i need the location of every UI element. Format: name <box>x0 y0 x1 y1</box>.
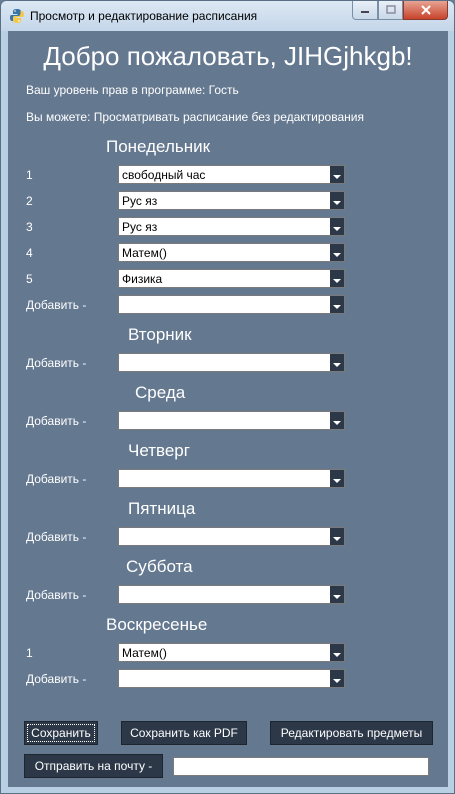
lesson-select-value: свободный час <box>122 168 206 182</box>
window-controls <box>352 1 448 20</box>
access-level-text: Ваш уровень прав в программе: Гость <box>26 83 239 97</box>
day-friday-title: Пятница <box>128 499 196 518</box>
add-lesson-label: Добавить - <box>26 530 87 544</box>
lesson-select[interactable]: Матем() <box>118 243 345 262</box>
chevron-down-icon[interactable] <box>330 412 344 429</box>
save-button[interactable]: Сохранить <box>24 721 98 745</box>
lesson-select[interactable]: Рус яз <box>118 191 345 210</box>
add-lesson-label: Добавить - <box>26 588 87 602</box>
close-icon <box>420 5 431 15</box>
chevron-down-icon[interactable] <box>330 470 344 487</box>
lesson-number: 4 <box>26 246 33 260</box>
save-pdf-button[interactable]: Сохранить как PDF <box>121 721 247 745</box>
lesson-select[interactable]: Физика <box>118 269 345 288</box>
day-monday-title: Понедельник <box>106 137 211 156</box>
title-bar[interactable]: Просмотр и редактирование расписания <box>1 1 454 31</box>
add-lesson-select[interactable] <box>118 585 345 604</box>
permissions-text: Вы можете: Просматривать расписание без … <box>26 110 364 124</box>
lesson-number: 3 <box>26 220 33 234</box>
lesson-number: 1 <box>26 646 33 660</box>
lesson-number: 2 <box>26 194 33 208</box>
day-tuesday-title: Вторник <box>128 325 192 344</box>
add-lesson-select[interactable] <box>118 295 345 314</box>
day-thursday-title: Четверг <box>128 441 190 460</box>
email-field[interactable] <box>173 757 429 776</box>
send-email-button[interactable]: Отправить на почту - <box>24 754 163 778</box>
chevron-down-icon[interactable] <box>330 670 344 687</box>
minimize-icon <box>361 11 369 13</box>
chevron-down-icon[interactable] <box>330 296 344 313</box>
greeting-heading: Добро пожаловать, JIHGjhkgb! <box>43 41 413 71</box>
minimize-button[interactable] <box>352 1 378 20</box>
add-lesson-select[interactable] <box>118 527 345 546</box>
day-saturday-title: Суббота <box>126 557 193 576</box>
window-title: Просмотр и редактирование расписания <box>30 9 258 23</box>
lesson-number: 1 <box>26 168 33 182</box>
lesson-select-value: Рус яз <box>122 220 158 234</box>
add-lesson-select[interactable] <box>118 469 345 488</box>
main-panel: Добро пожаловать, JIHGjhkgb! Ваш уровень… <box>8 31 448 787</box>
lesson-select-value: Физика <box>122 272 163 286</box>
day-wednesday-title: Среда <box>135 383 186 402</box>
lesson-select-value: Матем() <box>122 246 167 260</box>
lesson-select[interactable]: Матем() <box>118 643 345 662</box>
add-lesson-select[interactable] <box>118 669 345 688</box>
chevron-down-icon[interactable] <box>330 586 344 603</box>
python-icon <box>10 9 24 23</box>
chevron-down-icon[interactable] <box>330 192 344 209</box>
maximize-button[interactable] <box>378 1 403 20</box>
add-lesson-label: Добавить - <box>26 298 87 312</box>
add-lesson-label: Добавить - <box>26 414 87 428</box>
chevron-down-icon[interactable] <box>330 244 344 261</box>
chevron-down-icon[interactable] <box>330 270 344 287</box>
maximize-icon <box>385 5 396 14</box>
add-lesson-label: Добавить - <box>26 472 87 486</box>
chevron-down-icon[interactable] <box>330 218 344 235</box>
chevron-down-icon[interactable] <box>330 528 344 545</box>
lesson-select-value: Рус яз <box>122 194 158 208</box>
chevron-down-icon[interactable] <box>330 644 344 661</box>
lesson-select-value: Матем() <box>122 646 167 660</box>
edit-subjects-button[interactable]: Редактировать предметы <box>270 721 433 745</box>
add-lesson-select[interactable] <box>118 411 345 430</box>
chevron-down-icon[interactable] <box>330 166 344 183</box>
add-lesson-select[interactable] <box>118 353 345 372</box>
lesson-select[interactable]: Рус яз <box>118 217 345 236</box>
lesson-number: 5 <box>26 272 33 286</box>
add-lesson-label: Добавить - <box>26 356 87 370</box>
add-lesson-label: Добавить - <box>26 672 87 686</box>
chevron-down-icon[interactable] <box>330 354 344 371</box>
app-window: Просмотр и редактирование расписания Доб… <box>0 0 455 794</box>
lesson-select[interactable]: свободный час <box>118 165 345 184</box>
close-button[interactable] <box>403 1 448 20</box>
day-sunday-title: Воскресенье <box>106 615 208 634</box>
